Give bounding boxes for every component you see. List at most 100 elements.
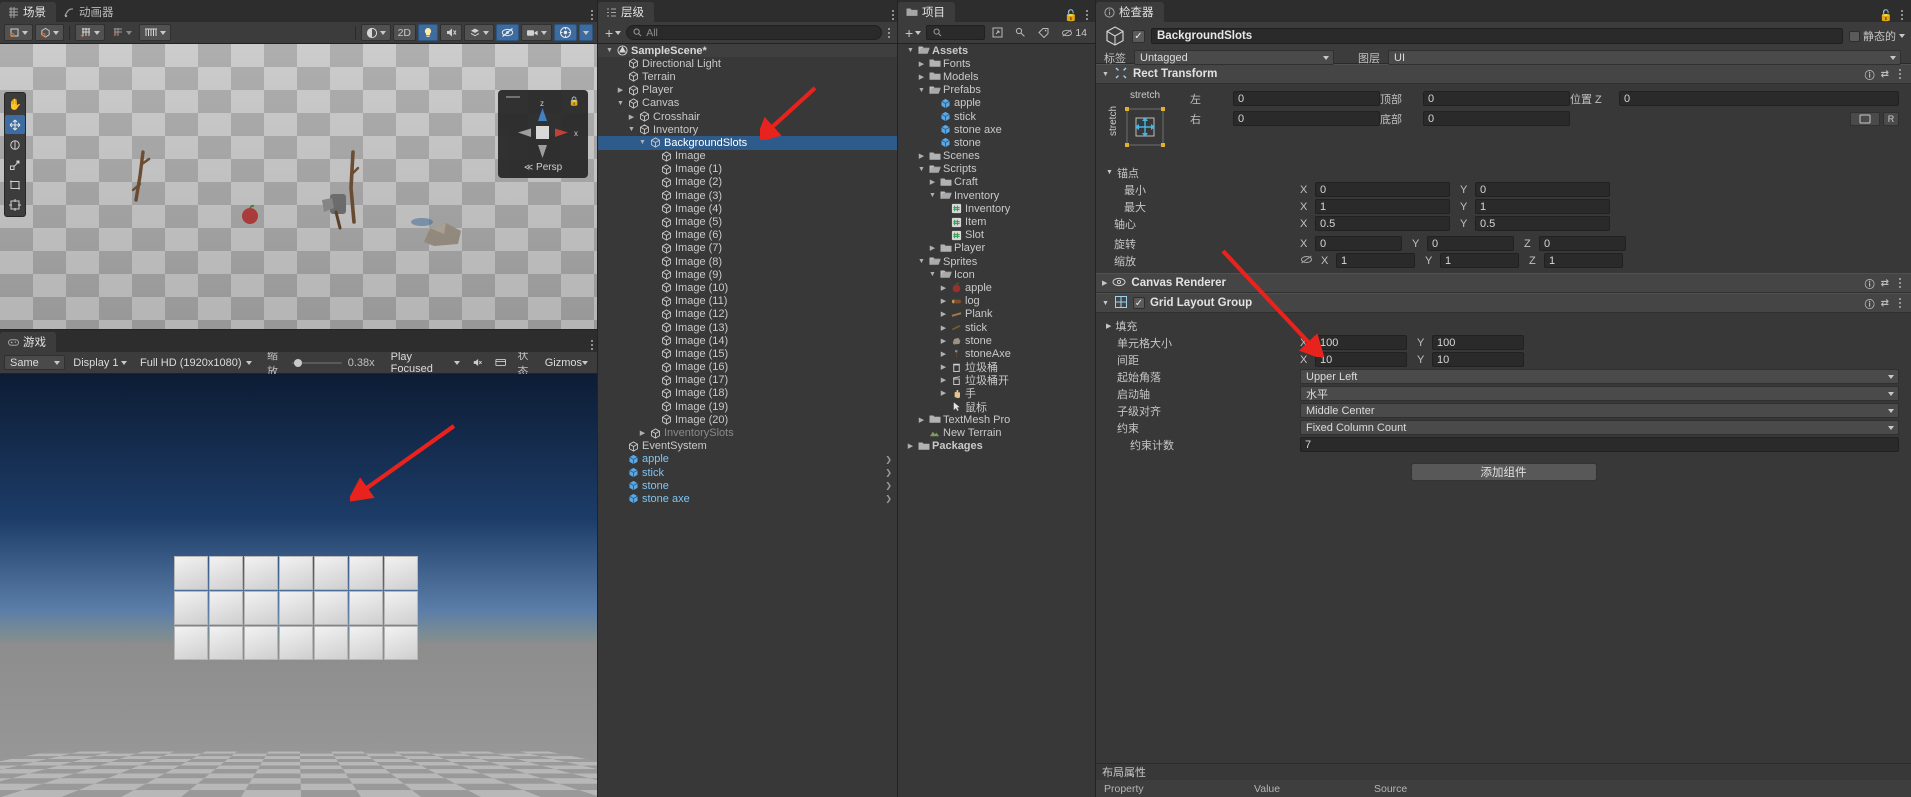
preset-icon[interactable]: ⇄ xyxy=(1881,278,1889,289)
aspect-dropdown[interactable]: Same xyxy=(4,355,66,370)
divider-hierarchy-project[interactable] xyxy=(897,0,898,797)
game-options-menu[interactable] xyxy=(587,338,597,352)
constraint-dropdown[interactable]: Fixed Column Count xyxy=(1300,420,1899,435)
divider-project-inspector[interactable] xyxy=(1095,0,1096,797)
anchors-foldout[interactable]: ▼ 锚点 xyxy=(1096,164,1911,181)
spacing-y-field[interactable]: 10 xyxy=(1432,352,1524,367)
project-row-apple[interactable]: ▶ apple xyxy=(898,281,1096,294)
inventory-slot[interactable] xyxy=(384,626,418,660)
blueprint-mode-button[interactable] xyxy=(1850,111,1880,126)
project-row-models[interactable]: ▶ Models xyxy=(898,70,1096,83)
play-focus-dropdown[interactable]: Play Focused xyxy=(385,351,466,375)
cell-size-x-field[interactable]: 100 xyxy=(1315,335,1407,350)
toggle-visibility-button[interactable] xyxy=(496,24,519,41)
foldout-arrow-icon[interactable]: ▼ xyxy=(1102,71,1109,78)
tab-scene[interactable]: 场景 xyxy=(0,2,56,22)
foldout-arrow-right-icon[interactable]: ▶ xyxy=(917,60,926,68)
toggle-effects-button[interactable] xyxy=(464,24,494,41)
hierarchy-row-image-4-[interactable]: Image (4) xyxy=(598,202,898,215)
start-corner-dropdown[interactable]: Upper Left xyxy=(1300,369,1899,384)
add-component-button[interactable]: 添加组件 xyxy=(1410,463,1597,481)
project-row-stone-axe[interactable]: stone axe xyxy=(898,123,1096,136)
anchor-max-y-field[interactable]: 1 xyxy=(1475,199,1610,214)
gizmo-perspective-label[interactable]: ≪ Persp xyxy=(498,162,588,173)
foldout-arrow-down-icon[interactable]: ▼ xyxy=(605,47,614,54)
move-tool-button[interactable] xyxy=(5,115,25,134)
hierarchy-row-backgroundslots[interactable]: ▼ BackgroundSlots xyxy=(598,136,898,150)
hierarchy-row-image-10-[interactable]: Image (10) xyxy=(598,281,898,294)
hierarchy-row-directional-light[interactable]: Directional Light xyxy=(598,57,898,70)
hierarchy-row-samplescene-[interactable]: ▼ SampleScene* xyxy=(598,44,898,58)
project-row-apple[interactable]: apple xyxy=(898,97,1096,110)
hierarchy-row-image-16-[interactable]: Image (16) xyxy=(598,361,898,374)
pivot-y-field[interactable]: 0.5 xyxy=(1475,216,1610,231)
inventory-slot[interactable] xyxy=(279,626,313,660)
project-row-log[interactable]: ▶ log xyxy=(898,295,1096,308)
inventory-slot[interactable] xyxy=(349,556,383,590)
component-header-rect-transform[interactable]: ▼ Rect Transform ⓘ ⇄ xyxy=(1096,64,1911,84)
hierarchy-row-stone[interactable]: stone ❯ xyxy=(598,479,898,492)
project-row-fonts[interactable]: ▶ Fonts xyxy=(898,57,1096,70)
inventory-slot[interactable] xyxy=(314,591,348,625)
foldout-arrow-down-icon[interactable]: ▼ xyxy=(638,139,647,146)
foldout-arrow-right-icon[interactable]: ▶ xyxy=(638,429,647,437)
foldout-arrow-right-icon[interactable]: ▶ xyxy=(939,376,948,384)
project-row-stick[interactable]: ▶ stick xyxy=(898,321,1096,334)
tab-game[interactable]: 游戏 xyxy=(0,332,56,352)
hierarchy-row-image-13-[interactable]: Image (13) xyxy=(598,321,898,334)
fullscreen-button[interactable] xyxy=(490,354,511,371)
hidden-count-badge[interactable]: 14 xyxy=(1056,24,1092,41)
scene-orientation-gizmo[interactable]: 🔒 z x ≪ Persp xyxy=(498,90,588,178)
hierarchy-row-image-12-[interactable]: Image (12) xyxy=(598,308,898,321)
mute-audio-button[interactable] xyxy=(467,354,488,371)
rect-bottom-field[interactable]: 0 xyxy=(1423,111,1570,126)
tab-animator[interactable]: 动画器 xyxy=(56,2,124,22)
tab-inspector[interactable]: 检查器 xyxy=(1096,2,1164,22)
tab-hierarchy[interactable]: 层级 xyxy=(598,2,654,22)
gameobject-name-field[interactable]: BackgroundSlots xyxy=(1151,28,1843,44)
inventory-slot[interactable] xyxy=(209,556,243,590)
foldout-arrow-right-icon[interactable]: ▶ xyxy=(627,113,636,121)
lock-icon[interactable]: 🔓 xyxy=(1064,9,1078,22)
scale-slider[interactable] xyxy=(292,357,342,369)
rect-left-field[interactable]: 0 xyxy=(1233,91,1380,106)
toggle-2d-button[interactable]: 2D xyxy=(392,24,416,41)
foldout-arrow-right-icon[interactable]: ▶ xyxy=(939,284,948,292)
inventory-slot[interactable] xyxy=(314,626,348,660)
layer-dropdown[interactable]: UI xyxy=(1388,50,1901,65)
foldout-arrow-right-icon[interactable]: ▶ xyxy=(939,297,948,305)
tab-project[interactable]: 项目 xyxy=(898,2,955,22)
game-viewport[interactable] xyxy=(0,374,597,797)
inventory-slot[interactable] xyxy=(209,591,243,625)
constraint-count-field[interactable]: 7 xyxy=(1300,437,1899,452)
static-toggle[interactable]: 静态的 xyxy=(1849,28,1905,44)
hierarchy-row-crosshair[interactable]: ▶ Crosshair xyxy=(598,110,898,123)
rect-top-field[interactable]: 0 xyxy=(1423,91,1570,106)
scene-object-stone[interactable] xyxy=(420,220,466,248)
foldout-arrow-down-icon[interactable]: ▼ xyxy=(928,271,937,278)
hierarchy-row-image-19-[interactable]: Image (19) xyxy=(598,400,898,413)
resolution-dropdown[interactable]: Full HD (1920x1080) xyxy=(134,355,257,370)
inventory-slot[interactable] xyxy=(279,591,313,625)
component-header-grid-layout-group[interactable]: ▼ ✓ Grid Layout Group ⓘ ⇄ xyxy=(1096,293,1911,313)
preset-icon[interactable]: ⇄ xyxy=(1881,69,1889,80)
search-in-project-button[interactable] xyxy=(987,24,1008,41)
pivot-x-field[interactable]: 0.5 xyxy=(1315,216,1450,231)
hierarchy-row-apple[interactable]: apple ❯ xyxy=(598,453,898,466)
foldout-arrow-right-icon[interactable]: ▶ xyxy=(917,73,926,81)
toggle-lighting-button[interactable] xyxy=(418,24,438,41)
foldout-arrow-right-icon[interactable]: ▶ xyxy=(917,152,926,160)
inventory-slot[interactable] xyxy=(244,556,278,590)
toggle-audio-button[interactable] xyxy=(440,24,462,41)
foldout-arrow-right-icon[interactable]: ▶ xyxy=(939,363,948,371)
hierarchy-row-image-3-[interactable]: Image (3) xyxy=(598,189,898,202)
grid-visibility-button[interactable] xyxy=(107,24,137,41)
project-row-inventory[interactable]: Inventory xyxy=(898,202,1096,215)
divider-scene-game[interactable] xyxy=(0,329,597,330)
foldout-arrow-down-icon[interactable]: ▼ xyxy=(616,100,625,107)
hierarchy-more-menu[interactable] xyxy=(884,26,894,40)
inventory-slot[interactable] xyxy=(174,591,208,625)
foldout-arrow-icon[interactable]: ▼ xyxy=(1102,300,1109,307)
project-row-plank[interactable]: ▶ Plank xyxy=(898,308,1096,321)
padding-foldout[interactable]: ▶ 填充 xyxy=(1096,317,1911,334)
